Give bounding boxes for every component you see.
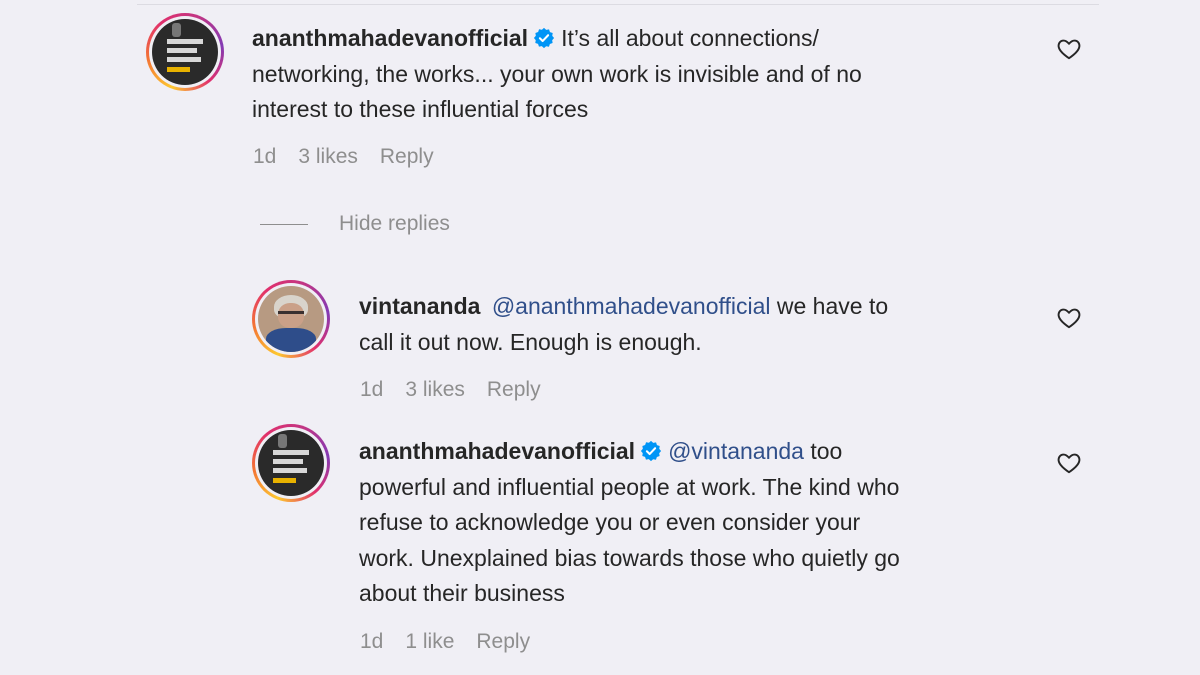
verified-badge-icon xyxy=(533,27,555,49)
timestamp[interactable]: 1d xyxy=(360,378,383,402)
comment-line: too xyxy=(810,438,843,464)
likes-count[interactable]: 1 like xyxy=(405,630,454,654)
comment-line: call it out now. Enough is enough. xyxy=(359,328,702,355)
comment-meta: 1d 3 likes Reply xyxy=(253,145,456,169)
username[interactable]: ananthmahadevanofficial xyxy=(359,438,635,464)
avatar[interactable] xyxy=(252,280,330,358)
divider xyxy=(137,4,1099,5)
mention-link[interactable]: @ananthmahadevanofficial xyxy=(492,293,771,319)
comment-text: ananthmahadevanofficial @vintananda too p… xyxy=(359,434,1039,612)
comment-line: work. Unexplained bias towards those who… xyxy=(359,544,900,571)
mention-link[interactable]: @vintananda xyxy=(668,438,804,464)
avatar[interactable] xyxy=(252,424,330,502)
comment-text: vintananda @ananthmahadevanofficial we h… xyxy=(359,289,1039,360)
heart-icon[interactable] xyxy=(1056,305,1082,331)
comment-line: refuse to acknowledge you or even consid… xyxy=(359,509,861,535)
comment-line: It’s all about connections/ xyxy=(561,25,819,51)
heart-icon[interactable] xyxy=(1056,36,1082,62)
avatar[interactable] xyxy=(146,13,224,91)
hide-replies-button[interactable]: Hide replies xyxy=(260,212,450,236)
likes-count[interactable]: 3 likes xyxy=(405,378,465,402)
comment-line: about their business xyxy=(359,580,565,606)
heart-icon[interactable] xyxy=(1056,450,1082,476)
reply-button[interactable]: Reply xyxy=(380,145,434,169)
comment-meta: 1d 1 like Reply xyxy=(360,630,552,654)
username[interactable]: vintananda xyxy=(359,293,480,319)
verified-badge-icon xyxy=(640,440,662,462)
reply-button[interactable]: Reply xyxy=(476,630,530,654)
comment-meta: 1d 3 likes Reply xyxy=(360,378,563,402)
comment-line: we have to xyxy=(776,293,889,319)
timestamp[interactable]: 1d xyxy=(360,630,383,654)
comment-line: powerful and influential people at work.… xyxy=(359,473,900,500)
reply-button[interactable]: Reply xyxy=(487,378,541,402)
likes-count[interactable]: 3 likes xyxy=(298,145,358,169)
timestamp[interactable]: 1d xyxy=(253,145,276,169)
comment-line: networking, the works... your own work i… xyxy=(252,60,862,87)
username[interactable]: ananthmahadevanofficial xyxy=(252,25,528,51)
comment-text: ananthmahadevanofficial It’s all about co… xyxy=(252,21,1032,128)
comment-line: interest to these influential forces xyxy=(252,96,589,122)
hide-replies-line xyxy=(260,223,308,225)
hide-replies-label: Hide replies xyxy=(339,212,450,235)
